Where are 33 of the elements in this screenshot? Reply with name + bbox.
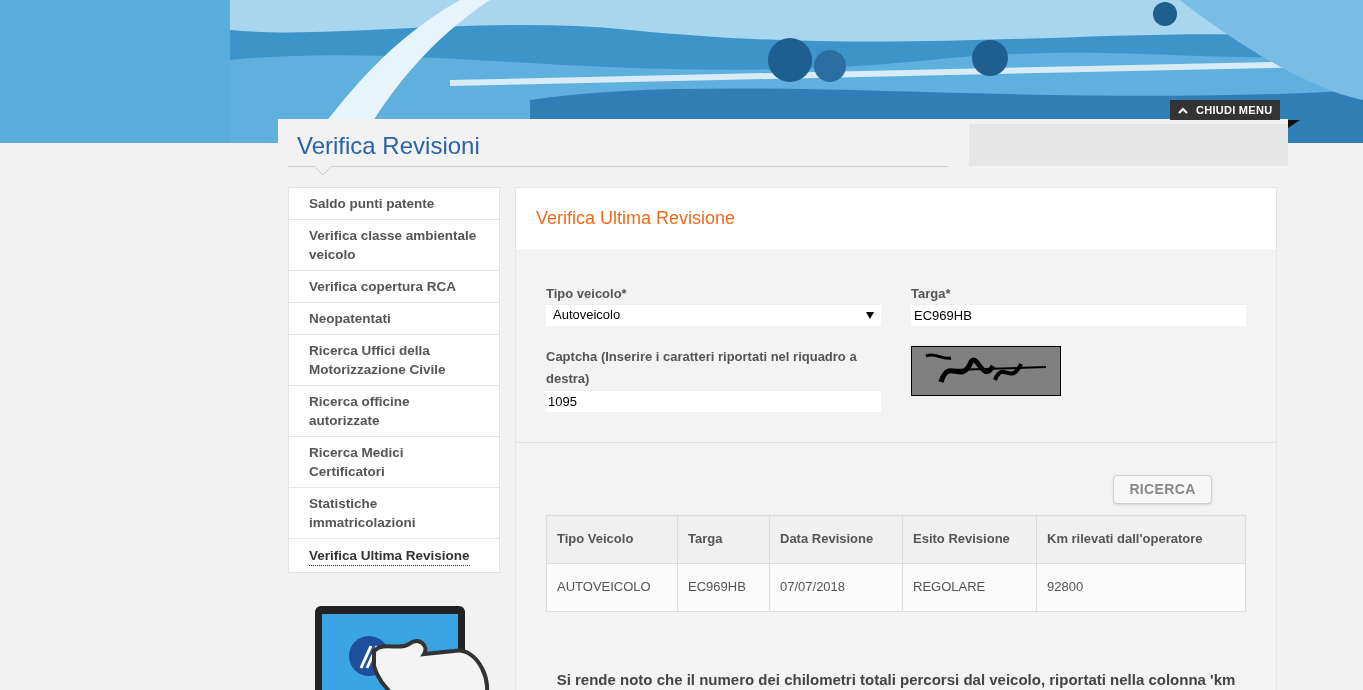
sidebar-link[interactable]: Verifica copertura RCA (309, 277, 479, 296)
column-header: Data Revisione (769, 515, 903, 563)
sidebar-link[interactable]: Verifica classe ambientale veicolo (309, 226, 479, 264)
column-header: Esito Revisione (902, 515, 1037, 563)
sidebar-link[interactable]: Ricerca Medici Certificatori (309, 443, 479, 481)
plate-field[interactable]: EC969HB (911, 303, 1246, 326)
field-label: Tipo veicolo* (546, 285, 628, 303)
sidebar-link[interactable]: Neopatentati (309, 309, 479, 328)
sidebar-link[interactable]: Ricerca Uffici della Motorizzazione Civile (309, 341, 479, 379)
field-label: Captcha (Inserire i caratteri riportati nel riquadro a destra) (546, 347, 858, 388)
close-menu-button[interactable]: CHIUDI MENU (1170, 100, 1281, 120)
table-cell: AUTOVEICOLO (546, 563, 678, 611)
table-cell: EC969HB (677, 563, 770, 611)
section-title: Verifica Ultima Revisione (536, 207, 736, 230)
note-text: Si rende noto che il numero dei chilometri totali percorsi dal veicolo, riportati nella colonna 'km (555, 669, 1237, 690)
column-header: Km rilevati dall'operatore (1036, 515, 1246, 563)
sidebar-link[interactable]: Saldo punti patente (309, 194, 479, 213)
column-header: Tipo Veicolo (546, 515, 678, 563)
sidebar-link[interactable]: Statistiche immatricolazioni (309, 494, 479, 532)
select-value: Autoveicolo (553, 306, 621, 325)
field-label: Targa* (911, 285, 952, 303)
page-title: Verifica Revisioni (296, 131, 481, 161)
sidebar-link[interactable]: Ricerca officine autorizzate (309, 392, 479, 430)
chevron-up-icon (1178, 106, 1188, 114)
sidebar-link[interactable]: Verifica Ultima Revisione (309, 546, 470, 566)
corner-icon (1288, 120, 1300, 128)
table-cell: 07/07/2018 (769, 563, 903, 611)
captcha-field[interactable]: 1095 (546, 389, 881, 412)
table-cell: 92800 (1036, 563, 1246, 611)
column-header: Targa (677, 515, 770, 563)
dropdown-icon (866, 311, 874, 319)
vehicle-type-select[interactable]: Autoveicolo (546, 303, 881, 326)
table-cell: REGOLARE (902, 563, 1037, 611)
